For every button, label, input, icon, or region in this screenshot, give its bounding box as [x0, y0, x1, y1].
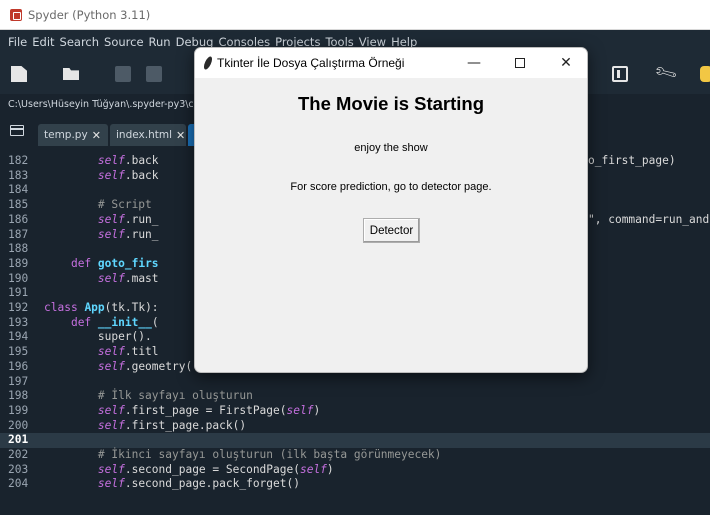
- line-number: 195: [8, 345, 29, 359]
- line-number: 199: [8, 403, 29, 417]
- dialog-titlebar[interactable]: Tkinter İle Dosya Çalıştırma Örneği — ✕: [195, 48, 587, 78]
- window-title: Spyder (Python 3.11): [28, 7, 151, 22]
- wrench-icon[interactable]: 🔧︎: [652, 59, 679, 86]
- line-number: 202: [8, 448, 29, 461]
- code-line[interactable]: 200 self.first_page.pack(): [0, 419, 710, 434]
- open-folder-icon[interactable]: [63, 68, 79, 80]
- tab-index-html[interactable]: index.html ✕: [110, 124, 186, 146]
- python-icon[interactable]: [700, 66, 710, 82]
- line-number: 203: [8, 462, 29, 476]
- line-number: 191: [8, 286, 29, 300]
- line-number: 200: [8, 418, 29, 432]
- code-line[interactable]: 199 self.first_page = FirstPage(self): [0, 404, 710, 419]
- line-code: def goto_firs: [70, 256, 159, 270]
- line-number: 197: [8, 374, 29, 388]
- minimize-button[interactable]: —: [451, 48, 497, 78]
- menu-search[interactable]: Search: [60, 35, 100, 49]
- dialog-heading: The Movie is Starting: [297, 93, 485, 114]
- menu-source[interactable]: Source: [104, 35, 144, 49]
- line-number: 189: [8, 256, 29, 270]
- line-code: self.second_page.pack_forget(): [97, 477, 300, 491]
- tabs-menu-icon[interactable]: [10, 125, 24, 136]
- code-fragment: o_first_page): [588, 154, 676, 167]
- close-icon[interactable]: ✕: [176, 129, 185, 142]
- maximize-icon: [515, 58, 525, 68]
- line-code: self.first_page.pack(): [97, 418, 247, 432]
- line-number: 184: [8, 183, 29, 197]
- code-line[interactable]: 198 # İlk sayfayı oluşturun: [0, 389, 710, 404]
- code-line[interactable]: 197: [0, 375, 710, 390]
- tab-label: temp.py: [44, 129, 88, 141]
- line-code: self.back: [97, 168, 159, 182]
- line-code: # Script: [97, 198, 152, 212]
- line-number: 188: [8, 242, 29, 256]
- save-icon[interactable]: [115, 66, 131, 82]
- line-number: 196: [8, 359, 29, 373]
- dialog-instruction: For score prediction, go to detector pag…: [290, 181, 492, 193]
- spyder-app-icon: [10, 8, 22, 21]
- close-icon[interactable]: ✕: [92, 129, 101, 142]
- working-directory-path: C:\Users\Hüseyin Tüğyan\.spyder-py3\cr: [8, 98, 198, 110]
- line-code: self.first_page = FirstPage(self): [97, 403, 321, 417]
- close-button[interactable]: ✕: [543, 48, 587, 78]
- line-number: 185: [8, 198, 29, 212]
- code-line[interactable]: 203 self.second_page = SecondPage(self): [0, 463, 710, 478]
- line-number: 201: [8, 433, 29, 447]
- line-code: def __init__(: [70, 315, 159, 329]
- maximize-button[interactable]: [497, 48, 543, 78]
- line-code: self.back: [97, 154, 159, 167]
- line-number: 183: [8, 168, 29, 182]
- line-number: 193: [8, 315, 29, 329]
- line-code: # İlk sayfayı oluşturun: [97, 389, 253, 403]
- line-code: self.second_page = SecondPage(self): [97, 462, 334, 476]
- line-number: 190: [8, 271, 29, 285]
- tab-temp-py[interactable]: temp.py ✕: [38, 124, 108, 146]
- line-code: self.titl: [97, 345, 159, 359]
- line-code: super().: [44, 330, 152, 344]
- line-number: 204: [8, 477, 29, 491]
- code-line[interactable]: 204 self.second_page.pack_forget(): [0, 477, 710, 492]
- tkinter-dialog: Tkinter İle Dosya Çalıştırma Örneği — ✕ …: [194, 47, 588, 373]
- dialog-title: Tkinter İle Dosya Çalıştırma Örneği: [217, 56, 405, 70]
- line-code: self.run_: [97, 212, 159, 226]
- menu-run[interactable]: Run: [149, 35, 171, 49]
- menu-file[interactable]: File: [8, 35, 27, 49]
- code-line[interactable]: 201: [0, 433, 710, 448]
- tab-label: index.html: [116, 129, 172, 141]
- panel-icon[interactable]: [612, 66, 628, 82]
- line-number: 194: [8, 330, 29, 344]
- line-code: self.mast: [97, 271, 159, 285]
- line-number: 192: [8, 301, 29, 314]
- line-code: self.run_: [97, 227, 159, 241]
- line-number: 187: [8, 227, 29, 241]
- line-code: # İkinci sayfayı oluşturun (ilk başta gö…: [97, 448, 442, 461]
- save-all-icon[interactable]: [146, 66, 162, 82]
- line-number: 198: [8, 389, 29, 403]
- window-titlebar: Spyder (Python 3.11): [0, 0, 710, 30]
- line-code: class App(tk.Tk):: [44, 301, 159, 314]
- dialog-subtitle: enjoy the show: [354, 142, 428, 154]
- new-file-icon[interactable]: [11, 66, 27, 82]
- code-line[interactable]: 202 # İkinci sayfayı oluşturun (ilk başt…: [0, 448, 710, 463]
- detector-button[interactable]: Detector: [363, 218, 420, 243]
- code-fragment: ", command=run_and: [588, 212, 710, 226]
- tk-feather-icon: [202, 55, 214, 71]
- line-number: 182: [8, 154, 29, 167]
- line-number: 186: [8, 212, 29, 226]
- menu-edit[interactable]: Edit: [32, 35, 54, 49]
